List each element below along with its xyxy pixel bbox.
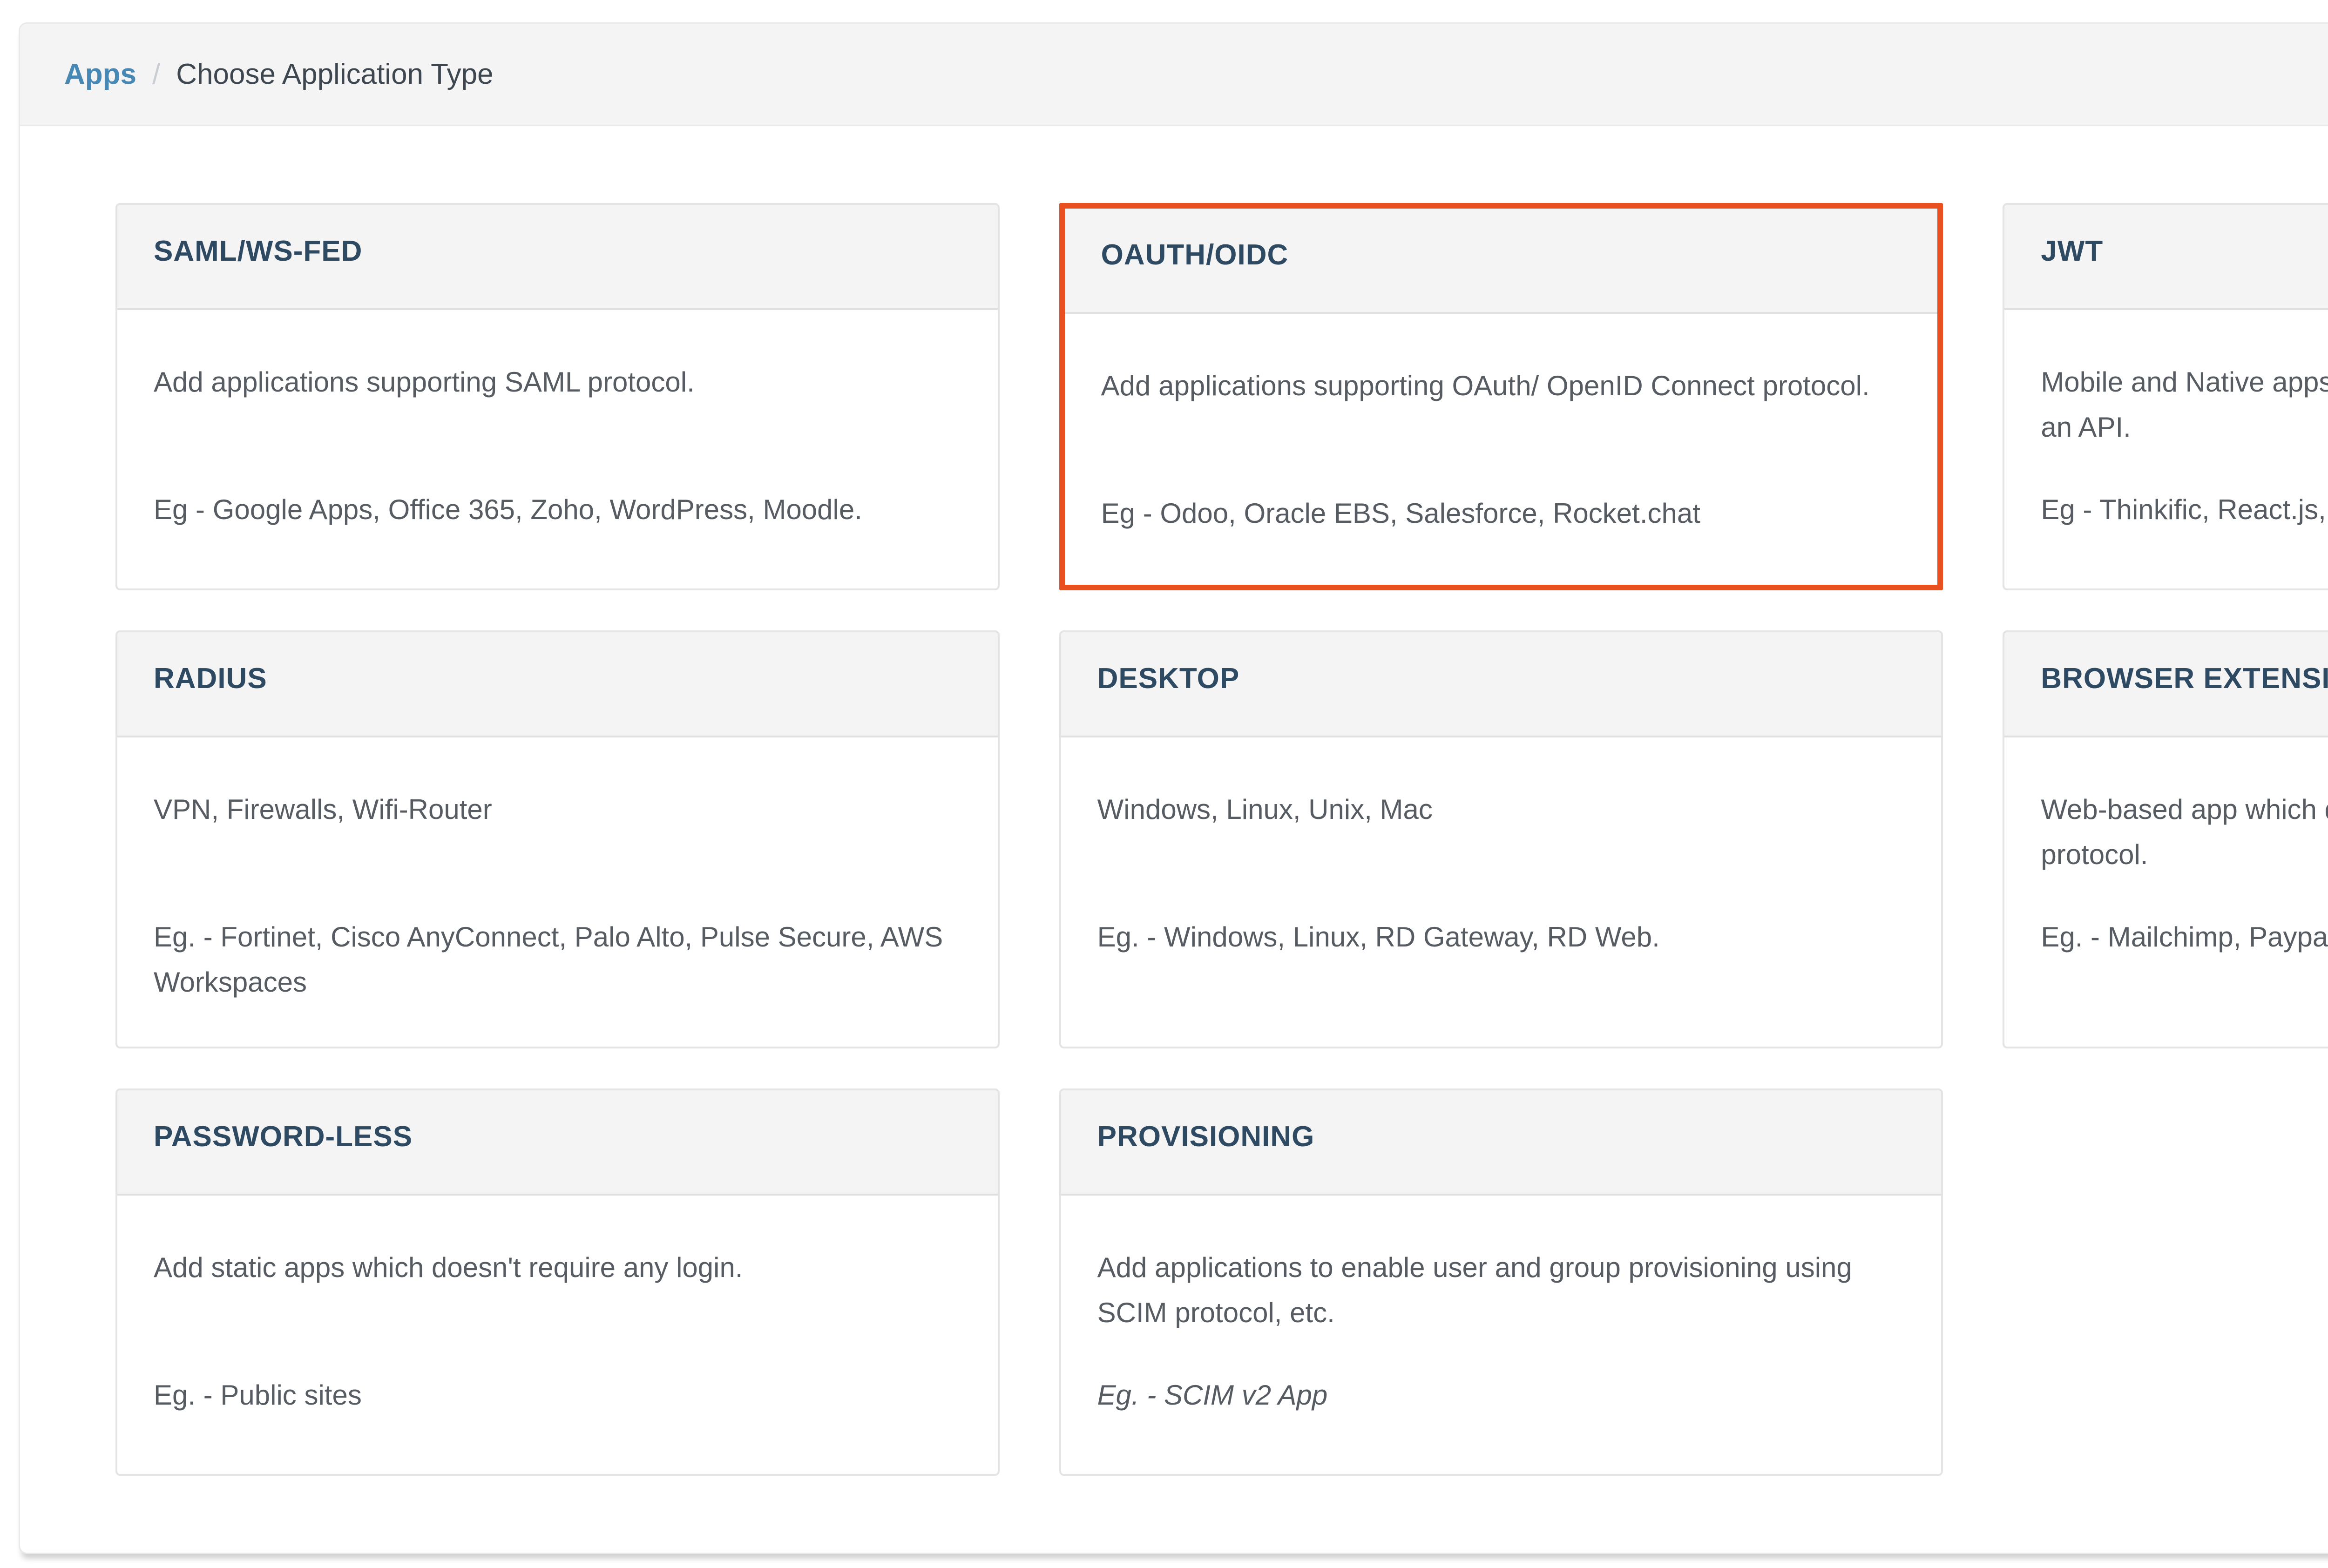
card-example: Eg. - Public sites: [154, 1372, 961, 1418]
card-example: Eg. - Mailchimp, Paypal, Quickbooks.: [2041, 914, 2328, 960]
card-example: Eg. - Windows, Linux, RD Gateway, RD Web…: [1097, 914, 1905, 960]
card-description: Add applications to enable user and grou…: [1097, 1245, 1905, 1335]
card-title: PASSWORD-LESS: [117, 1090, 998, 1196]
card-body: Add static apps which doesn't require an…: [117, 1196, 998, 1460]
card-title: RADIUS: [117, 632, 998, 737]
card-body: Web-based app which doesn't support any …: [2004, 737, 2328, 1001]
panel-body: SAML/WS-FED Add applications supporting …: [20, 126, 2328, 1553]
page-title: Choose Application Type: [176, 58, 493, 91]
app-type-card-2[interactable]: JWT Mobile and Native apps, Javascript F…: [2003, 203, 2328, 590]
card-title: PROVISIONING: [1061, 1090, 1942, 1196]
breadcrumb-bar: Apps / Choose Application Type Back to M…: [20, 24, 2328, 126]
card-description: Add applications supporting OAuth/ OpenI…: [1101, 363, 1902, 453]
app-type-card-5[interactable]: BROWSER EXTENSION/FORM-POST Web-based ap…: [2003, 630, 2328, 1048]
card-example: Eg - Odoo, Oracle EBS, Salesforce, Rocke…: [1101, 491, 1902, 536]
card-example: Eg. - Fortinet, Cisco AnyConnect, Palo A…: [154, 914, 961, 1005]
card-example: Eg. - SCIM v2 App: [1097, 1372, 1905, 1418]
card-description: Mobile and Native apps, Javascript Front…: [2041, 359, 2328, 450]
card-title: JWT: [2004, 205, 2328, 310]
card-description: Windows, Linux, Unix, Mac: [1097, 787, 1905, 877]
app-type-card-0[interactable]: SAML/WS-FED Add applications supporting …: [115, 203, 1000, 590]
breadcrumb-apps-link[interactable]: Apps: [64, 58, 136, 91]
app-type-grid: SAML/WS-FED Add applications supporting …: [115, 203, 2328, 1476]
app-type-card-6[interactable]: PASSWORD-LESS Add static apps which does…: [115, 1088, 1000, 1476]
card-example: Eg - Google Apps, Office 365, Zoho, Word…: [154, 487, 961, 532]
card-description: Add static apps which doesn't require an…: [154, 1245, 961, 1335]
card-body: Mobile and Native apps, Javascript Front…: [2004, 310, 2328, 574]
card-description: Web-based app which doesn't support any …: [2041, 787, 2328, 877]
card-description: VPN, Firewalls, Wifi-Router: [154, 787, 961, 877]
breadcrumb: Apps / Choose Application Type: [64, 58, 494, 91]
main-panel: Apps / Choose Application Type Back to M…: [19, 22, 2328, 1554]
card-title: SAML/WS-FED: [117, 205, 998, 310]
card-body: Add applications supporting OAuth/ OpenI…: [1065, 314, 1938, 578]
app-type-card-7[interactable]: PROVISIONING Add applications to enable …: [1059, 1088, 1943, 1476]
card-body: Add applications to enable user and grou…: [1061, 1196, 1942, 1460]
card-body: Windows, Linux, Unix, Mac Eg. - Windows,…: [1061, 737, 1942, 1001]
app-type-card-3[interactable]: RADIUS VPN, Firewalls, Wifi-Router Eg. -…: [115, 630, 1000, 1048]
breadcrumb-separator: /: [136, 58, 176, 91]
card-example: Eg - Thinkific, React.js, Firebase, Angu…: [2041, 487, 2328, 532]
card-title: OAUTH/OIDC: [1065, 209, 1938, 314]
card-description: Add applications supporting SAML protoco…: [154, 359, 961, 450]
card-title: DESKTOP: [1061, 632, 1942, 737]
card-body: Add applications supporting SAML protoco…: [117, 310, 998, 574]
app-type-card-4[interactable]: DESKTOP Windows, Linux, Unix, Mac Eg. - …: [1059, 630, 1943, 1048]
card-title: BROWSER EXTENSION/FORM-POST: [2004, 632, 2328, 737]
card-body: VPN, Firewalls, Wifi-Router Eg. - Fortin…: [117, 737, 998, 1047]
app-type-card-1[interactable]: OAUTH/OIDC Add applications supporting O…: [1059, 203, 1943, 590]
